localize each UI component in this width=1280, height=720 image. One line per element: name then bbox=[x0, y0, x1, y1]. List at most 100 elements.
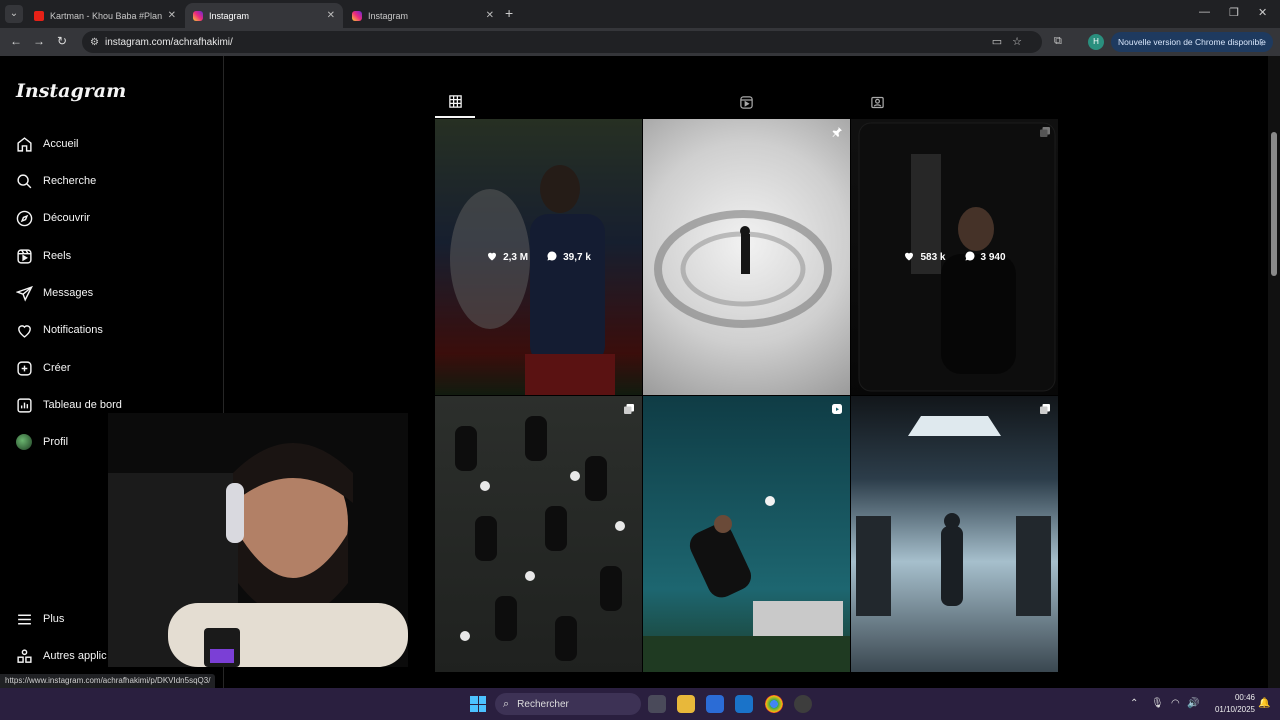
browser-tab[interactable]: Kartman - Khou Baba #Planète ✕ bbox=[26, 3, 184, 28]
nav-label: Autres applic bbox=[43, 650, 107, 662]
task-view-icon[interactable] bbox=[648, 695, 666, 713]
close-tab-icon[interactable]: ✕ bbox=[327, 10, 335, 21]
carousel-icon bbox=[623, 402, 635, 414]
create-icon bbox=[15, 359, 33, 377]
wifi-icon[interactable]: ◠ bbox=[1171, 698, 1180, 709]
comments-count: 3 940 bbox=[980, 251, 1006, 263]
system-clock[interactable]: 00:46 01/10/2025 bbox=[1205, 692, 1255, 716]
new-tab-icon[interactable]: + bbox=[505, 5, 513, 21]
reel-icon bbox=[831, 402, 843, 414]
nav-other-apps[interactable]: Autres applic bbox=[15, 644, 107, 668]
close-tab-icon[interactable]: ✕ bbox=[168, 10, 176, 21]
heart-filled-icon bbox=[903, 250, 915, 265]
post-tile[interactable] bbox=[851, 396, 1058, 672]
post-image bbox=[643, 496, 850, 672]
nav-label: Notifications bbox=[43, 324, 103, 336]
carousel-icon bbox=[1039, 402, 1051, 414]
tab-posts[interactable] bbox=[435, 92, 475, 118]
webcam-image bbox=[108, 443, 408, 667]
chrome-profile-avatar[interactable]: H bbox=[1088, 34, 1104, 50]
tab-reels[interactable] bbox=[726, 92, 766, 118]
instagram-icon bbox=[352, 10, 362, 21]
reload-icon[interactable]: ↻ bbox=[57, 34, 67, 48]
hamburger-menu-icon bbox=[15, 610, 33, 628]
post-tile[interactable]: 583 k 3 940 bbox=[851, 119, 1058, 395]
outlook-icon[interactable] bbox=[735, 695, 753, 713]
profile-avatar bbox=[16, 434, 32, 450]
store-icon[interactable] bbox=[706, 695, 724, 713]
nav-search[interactable]: Recherche bbox=[15, 169, 96, 193]
site-settings-icon[interactable]: ⚙ bbox=[90, 37, 99, 48]
tray-chevron-icon[interactable]: ⌃ bbox=[1130, 698, 1138, 709]
browser-tab-active[interactable]: Instagram ✕ bbox=[185, 3, 343, 28]
nav-label: Accueil bbox=[43, 138, 79, 150]
tagged-icon bbox=[870, 95, 885, 115]
nav-label: Reels bbox=[43, 250, 72, 262]
post-image bbox=[455, 416, 625, 661]
nav-label: Tableau de bord bbox=[43, 399, 122, 411]
comment-filled-icon bbox=[964, 250, 976, 265]
microphone-icon[interactable]: 🎙 bbox=[1151, 698, 1164, 709]
dashboard-icon bbox=[15, 396, 33, 414]
status-bar-url: https://www.instagram.com/achrafhakimi/p… bbox=[0, 674, 216, 688]
search-icon bbox=[15, 172, 33, 190]
nav-label: Créer bbox=[43, 362, 71, 374]
address-bar[interactable]: ⚙ instagram.com/achrafhakimi/ ▭☆ bbox=[82, 31, 1042, 53]
taskbar-search[interactable]: ⌕ Rechercher bbox=[495, 693, 641, 715]
notifications-icon[interactable]: 🔔 bbox=[1258, 698, 1270, 709]
volume-icon[interactable]: 🔊 bbox=[1187, 698, 1199, 709]
minimize-icon[interactable]: — bbox=[1199, 6, 1210, 18]
page-scrollbar[interactable] bbox=[1268, 56, 1280, 688]
back-icon[interactable]: ← bbox=[10, 34, 22, 48]
post-hover-overlay: 583 k 3 940 bbox=[851, 119, 1058, 395]
nav-label: Découvrir bbox=[43, 212, 91, 224]
nav-profile[interactable]: Profil bbox=[15, 430, 68, 454]
profile-tabs bbox=[435, 92, 1058, 118]
install-and-bookmark-icons[interactable]: ▭☆ bbox=[992, 35, 1032, 48]
post-tile[interactable] bbox=[643, 396, 850, 672]
post-tile[interactable] bbox=[643, 119, 850, 395]
nav-label: Messages bbox=[43, 287, 94, 299]
tab-title: Instagram bbox=[368, 10, 409, 21]
nav-dashboard[interactable]: Tableau de bord bbox=[15, 393, 122, 417]
nav-more[interactable]: Plus bbox=[15, 607, 64, 631]
chrome-update-button[interactable]: Nouvelle version de Chrome disponible ⋮ bbox=[1111, 32, 1273, 52]
tab-tagged[interactable] bbox=[857, 92, 897, 118]
nav-create[interactable]: Créer bbox=[15, 356, 71, 380]
likes-count: 2,3 M bbox=[503, 251, 529, 263]
windows-start-icon[interactable] bbox=[470, 696, 486, 712]
nav-label: Plus bbox=[43, 613, 65, 625]
chrome-icon[interactable] bbox=[765, 695, 783, 713]
nav-explore[interactable]: Découvrir bbox=[15, 206, 90, 230]
app-icon[interactable] bbox=[794, 695, 812, 713]
post-tile[interactable] bbox=[435, 396, 642, 672]
windows-taskbar: ⌕ Rechercher ⌃ 🎙 ◠ 🔊 00:46 01/10/2025 🔔 bbox=[0, 688, 1280, 720]
webcam-overlay bbox=[108, 413, 408, 667]
reels-icon bbox=[15, 247, 33, 265]
close-tab-icon[interactable]: ✕ bbox=[486, 10, 494, 21]
window-close-icon[interactable]: ✕ bbox=[1258, 6, 1267, 19]
comments-count: 39,7 k bbox=[563, 251, 591, 263]
nav-messages[interactable]: Messages bbox=[15, 281, 93, 305]
grid-icon bbox=[448, 94, 463, 114]
kebab-menu-icon[interactable]: ⋮ bbox=[1258, 32, 1267, 52]
nav-notifications[interactable]: Notifications bbox=[15, 318, 103, 342]
extensions-icon[interactable]: ⧉ bbox=[1054, 35, 1062, 48]
nav-label: Profil bbox=[43, 436, 69, 448]
nav-reels[interactable]: Reels bbox=[15, 244, 71, 268]
instagram-logo[interactable]: Instagram bbox=[16, 80, 126, 102]
post-image bbox=[856, 416, 1051, 616]
tab-title: Kartman - Khou Baba #Planète bbox=[50, 10, 162, 21]
nav-home[interactable]: Accueil bbox=[15, 132, 78, 156]
post-tile[interactable]: 2,3 M 39,7 k bbox=[435, 119, 642, 395]
forward-icon[interactable]: → bbox=[33, 34, 45, 48]
file-explorer-icon[interactable] bbox=[677, 695, 695, 713]
browser-tab[interactable]: Instagram ✕ bbox=[344, 3, 502, 28]
apps-icon bbox=[15, 647, 33, 665]
tab-search-chevron-icon[interactable]: ⌄ bbox=[5, 5, 23, 23]
tab-title: Instagram bbox=[209, 10, 250, 21]
search-icon: ⌕ bbox=[503, 697, 510, 710]
scrollbar-thumb[interactable] bbox=[1271, 132, 1277, 276]
restore-icon[interactable]: ❐ bbox=[1229, 6, 1239, 19]
heart-icon bbox=[15, 321, 33, 339]
